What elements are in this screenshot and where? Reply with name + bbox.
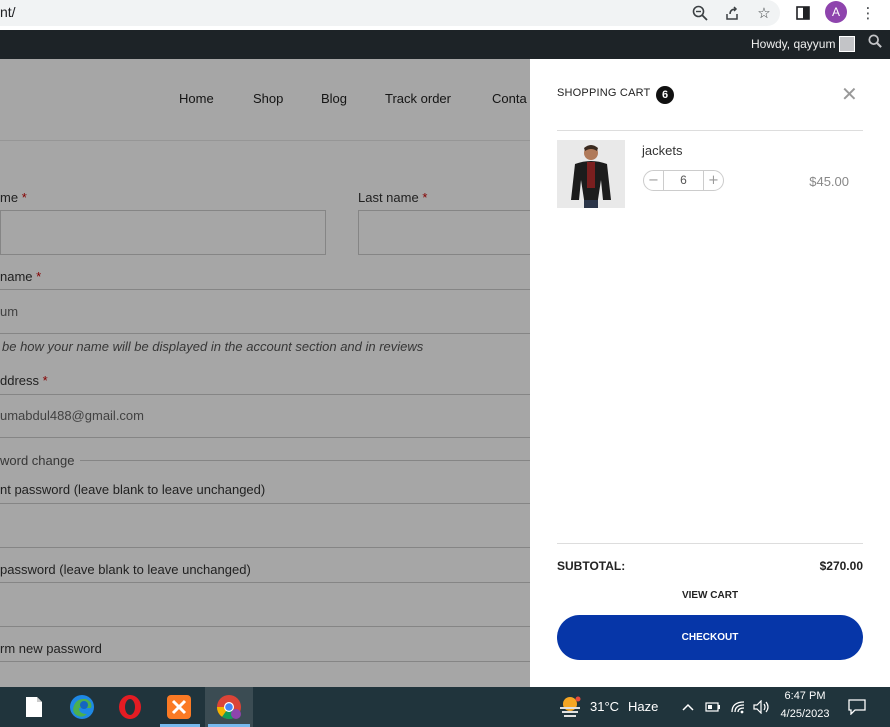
zoom-icon[interactable] — [689, 2, 711, 24]
user-avatar[interactable] — [839, 36, 855, 52]
side-panel-icon[interactable] — [792, 2, 814, 24]
clock-time[interactable]: 6:47 PM — [776, 690, 834, 702]
cart-count-badge: 6 — [656, 86, 674, 104]
cart-item-price: $45.00 — [809, 174, 849, 189]
cart-divider-bottom — [557, 543, 863, 544]
volume-icon[interactable] — [750, 693, 774, 721]
subtotal-value: $270.00 — [819, 559, 863, 573]
weather-description[interactable]: Haze — [628, 699, 658, 714]
browser-toolbar: nt/ ☆ A ⋮ — [0, 0, 890, 30]
quantity-decrease-button[interactable]: − — [644, 171, 664, 190]
bookmark-star-icon[interactable]: ☆ — [753, 2, 775, 24]
profile-avatar[interactable]: A — [825, 1, 847, 23]
subtotal-label: SUBTOTAL: — [557, 559, 626, 573]
quantity-increase-button[interactable]: + — [703, 171, 723, 190]
edge-browser-icon[interactable] — [68, 693, 96, 721]
shopping-cart-panel: SHOPPING CART 6 ✕ jackets − 6 + $45.00 S… — [530, 59, 890, 687]
admin-search-icon[interactable] — [868, 34, 882, 52]
close-icon[interactable]: ✕ — [841, 84, 858, 104]
file-explorer-icon[interactable] — [20, 693, 48, 721]
view-cart-link[interactable]: VIEW CART — [557, 590, 863, 601]
more-menu-icon[interactable]: ⋮ — [857, 2, 879, 24]
weather-temperature[interactable]: 31°C — [590, 699, 619, 714]
cart-item-name[interactable]: jackets — [642, 143, 682, 158]
chevron-up-icon[interactable] — [676, 693, 700, 721]
product-image[interactable] — [557, 140, 625, 208]
xampp-icon[interactable] — [165, 693, 193, 721]
url-text[interactable]: nt/ — [0, 4, 16, 20]
windows-taskbar: 31°C Haze 6:47 PM 4/25/2023 — [0, 687, 890, 727]
opera-browser-icon[interactable] — [116, 693, 144, 721]
notifications-icon[interactable] — [843, 693, 871, 721]
cart-divider-top — [557, 130, 863, 131]
chrome-browser-icon[interactable] — [215, 693, 243, 721]
checkout-button[interactable]: CHECKOUT — [557, 615, 863, 660]
weather-haze-icon[interactable] — [556, 693, 584, 721]
cart-title: SHOPPING CART — [557, 87, 651, 99]
howdy-greeting[interactable]: Howdy, qayyum — [751, 37, 835, 51]
wp-admin-bar: Howdy, qayyum — [0, 30, 890, 59]
share-icon[interactable] — [721, 2, 743, 24]
wifi-icon[interactable] — [726, 693, 750, 721]
quantity-input[interactable]: 6 — [664, 171, 703, 190]
clock-date[interactable]: 4/25/2023 — [776, 708, 834, 720]
battery-icon[interactable] — [701, 693, 725, 721]
modal-overlay[interactable] — [0, 59, 530, 687]
address-bar[interactable]: nt/ — [0, 0, 780, 26]
quantity-stepper: − 6 + — [643, 170, 724, 191]
